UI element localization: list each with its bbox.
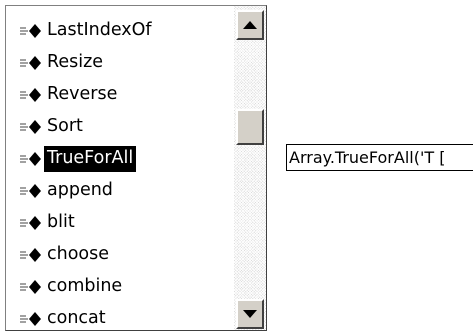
vertical-scrollbar[interactable] bbox=[234, 6, 266, 330]
list-item-label: TrueForAll bbox=[44, 146, 137, 172]
scroll-down-button[interactable] bbox=[236, 299, 264, 329]
method-icon bbox=[20, 216, 41, 230]
list-item-label: LastIndexOf bbox=[47, 20, 152, 40]
completion-items: LastIndexOf Resize Reverse Sort TrueForA… bbox=[6, 15, 234, 330]
list-item[interactable]: concat bbox=[6, 303, 234, 330]
list-item-label: append bbox=[47, 180, 113, 200]
list-item[interactable]: blit bbox=[6, 207, 234, 239]
list-item-selected[interactable]: TrueForAll bbox=[6, 143, 234, 175]
list-item-label: choose bbox=[47, 244, 110, 264]
method-icon bbox=[20, 312, 41, 326]
tooltip-text: Array.TrueForAll('T [ bbox=[289, 148, 446, 167]
list-item-label: Resize bbox=[47, 52, 104, 72]
completion-list: LastIndexOf Resize Reverse Sort TrueForA… bbox=[5, 5, 267, 331]
list-item-label: combine bbox=[47, 276, 123, 296]
list-item-label: Reverse bbox=[47, 84, 118, 104]
list-item-label: Sort bbox=[47, 116, 83, 136]
method-icon bbox=[20, 120, 41, 134]
scroll-up-button[interactable] bbox=[236, 10, 264, 40]
list-item[interactable]: append bbox=[6, 175, 234, 207]
scrollbar-thumb[interactable] bbox=[236, 109, 264, 145]
method-icon bbox=[20, 152, 41, 166]
arrow-down-icon bbox=[243, 310, 257, 318]
method-icon bbox=[20, 248, 41, 262]
list-item[interactable]: LastIndexOf bbox=[6, 15, 234, 47]
list-item-label: concat bbox=[47, 308, 106, 328]
list-item-label: blit bbox=[47, 212, 75, 232]
method-icon bbox=[20, 280, 41, 294]
list-item[interactable]: Sort bbox=[6, 111, 234, 143]
method-icon bbox=[20, 56, 41, 70]
list-item[interactable]: choose bbox=[6, 239, 234, 271]
list-item[interactable]: Reverse bbox=[6, 79, 234, 111]
list-item[interactable]: Resize bbox=[6, 47, 234, 79]
list-item[interactable]: combine bbox=[6, 271, 234, 303]
method-icon bbox=[20, 184, 41, 198]
method-icon bbox=[20, 88, 41, 102]
arrow-up-icon bbox=[243, 21, 257, 29]
signature-tooltip: Array.TrueForAll('T [ bbox=[286, 144, 473, 171]
method-icon bbox=[20, 24, 41, 38]
